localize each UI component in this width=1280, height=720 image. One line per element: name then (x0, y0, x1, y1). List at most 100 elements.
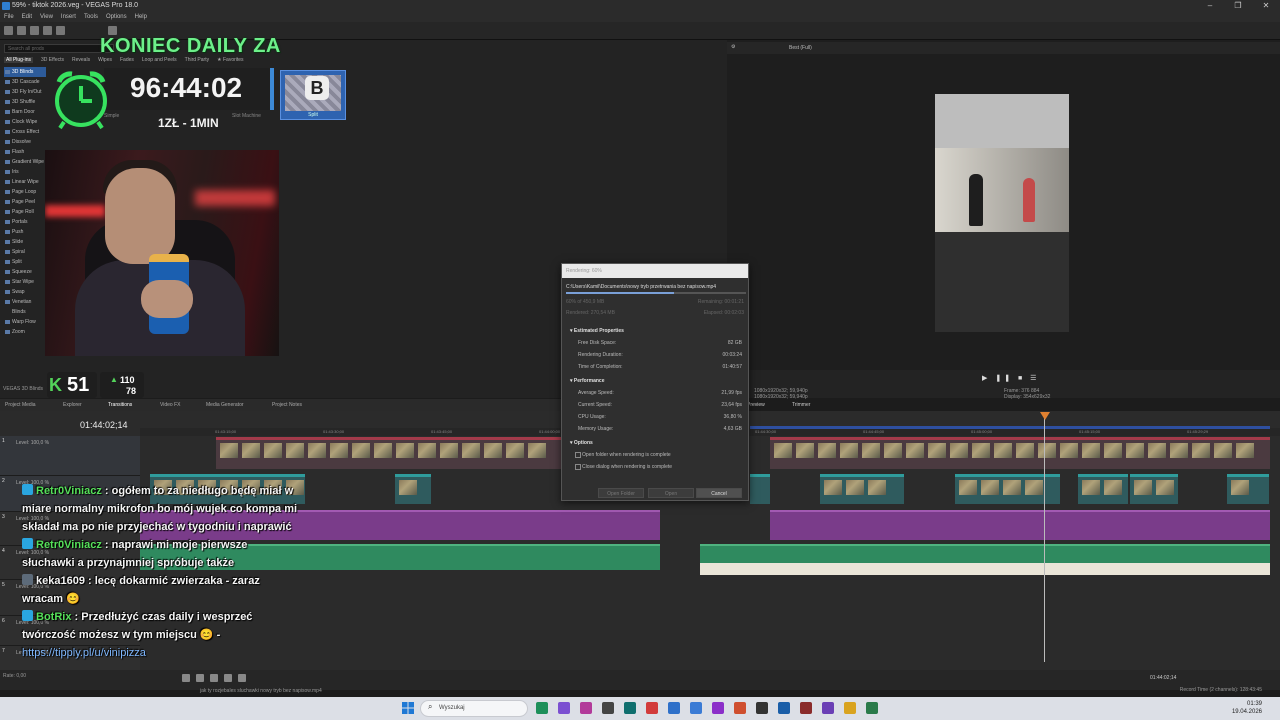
transition-item[interactable]: Iris (4, 167, 46, 177)
next-frame-button[interactable] (238, 674, 246, 682)
transition-item[interactable]: Page Peel (4, 197, 46, 207)
video-clip[interactable] (1227, 474, 1269, 504)
transition-item[interactable]: Dissolve (4, 137, 46, 147)
taskbar-app-icon[interactable] (778, 702, 790, 714)
category-3d-effects[interactable]: 3D Effects (41, 57, 64, 63)
tab-explorer[interactable]: Explorer (63, 402, 82, 408)
transition-item[interactable]: Zoom (4, 327, 46, 337)
category-reveals[interactable]: Reveals (72, 57, 90, 63)
maximize-button[interactable]: ❐ (1224, 0, 1252, 12)
menu-help[interactable]: Help (135, 12, 147, 22)
taskbar-app-icon[interactable] (712, 702, 724, 714)
minimize-button[interactable]: – (1196, 0, 1224, 12)
taskbar-app-icon[interactable] (558, 702, 570, 714)
track-header[interactable]: 1 Level: 100,0 % (0, 436, 140, 476)
transition-item[interactable]: Flash (4, 147, 46, 157)
tab-media-generator[interactable]: Media Generator (206, 402, 244, 408)
taskbar-app-icon[interactable] (624, 702, 636, 714)
transition-item[interactable]: Warp Flow (4, 317, 46, 327)
cancel-button[interactable]: Cancel (696, 488, 742, 498)
menu-options[interactable]: Options (106, 12, 127, 22)
tab-trimmer[interactable]: Trimmer (792, 402, 810, 408)
tab-preview[interactable]: Preview (747, 402, 765, 408)
taskbar-app-icon[interactable] (844, 702, 856, 714)
section-options[interactable]: ▾ Options (570, 440, 593, 446)
undo-icon[interactable] (108, 26, 117, 35)
transition-item[interactable]: 3D Cascade (4, 77, 46, 87)
taskbar-app-icon[interactable] (580, 702, 592, 714)
loop-region[interactable] (750, 426, 1270, 429)
transition-item[interactable]: Barn Door (4, 107, 46, 117)
audio-clip[interactable] (700, 563, 1270, 575)
taskbar-app-icon[interactable] (690, 702, 702, 714)
transition-item[interactable]: 3D Shuffle (4, 97, 46, 107)
menu-tools[interactable]: Tools (84, 12, 98, 22)
transition-item[interactable]: Spiral (4, 247, 46, 257)
preview-quality-select[interactable]: Best (Full) (789, 45, 812, 51)
transition-item[interactable]: 3D Fly In/Out (4, 87, 46, 97)
preview-transport[interactable]: ▶ ❚❚ ■ ☰ (982, 374, 1039, 382)
taskbar-app-icon[interactable] (866, 702, 878, 714)
video-clip[interactable] (750, 474, 770, 504)
menu-file[interactable]: File (4, 12, 14, 22)
donation-link[interactable]: https://tipply.pl/u/vinipizza (22, 647, 146, 659)
transition-item[interactable]: Cross Effect (4, 127, 46, 137)
windows-start-icon[interactable] (402, 702, 414, 714)
play-button[interactable] (182, 674, 190, 682)
transition-item[interactable]: Slide (4, 237, 46, 247)
tab-transitions[interactable]: Transitions (108, 402, 132, 408)
open-button[interactable]: Open (648, 488, 694, 498)
video-clip[interactable] (770, 437, 1270, 469)
open-folder-button[interactable]: Open Folder (598, 488, 644, 498)
transition-item[interactable]: Star Wipe (4, 277, 46, 287)
taskbar-app-icon[interactable] (668, 702, 680, 714)
video-clip[interactable] (1130, 474, 1178, 504)
stop-button[interactable] (210, 674, 218, 682)
taskbar-app-icon[interactable] (822, 702, 834, 714)
taskbar-app-icon[interactable] (756, 702, 768, 714)
close-button[interactable]: ✕ (1252, 0, 1280, 12)
transition-item[interactable]: Page Roll (4, 207, 46, 217)
render-icon[interactable] (43, 26, 52, 35)
taskbar-app-icon[interactable] (646, 702, 658, 714)
transition-item[interactable]: Page Loop (4, 187, 46, 197)
taskbar-app-icon[interactable] (602, 702, 614, 714)
preview-settings-icon[interactable]: ⚙ (731, 44, 735, 50)
audio-clip[interactable] (770, 510, 1270, 540)
taskbar-clock[interactable]: 01:39 19.04.2026 (1232, 700, 1262, 716)
settings-icon[interactable] (56, 26, 65, 35)
prev-frame-button[interactable] (224, 674, 232, 682)
open-icon[interactable] (17, 26, 26, 35)
transition-item[interactable]: Split (4, 257, 46, 267)
close-dialog-checkbox[interactable]: Close dialog when rendering is complete (574, 464, 672, 470)
video-clip[interactable] (1078, 474, 1128, 504)
playhead-marker[interactable] (1040, 412, 1050, 420)
transition-item[interactable]: Swap (4, 287, 46, 297)
playhead-cursor[interactable] (1044, 414, 1045, 662)
category-all-plugins[interactable]: All Plug-ins (4, 57, 34, 63)
tab-video-fx[interactable]: Video FX (160, 402, 180, 408)
transition-item[interactable]: Linear Wipe (4, 177, 46, 187)
transition-item[interactable]: Squeeze (4, 267, 46, 277)
transition-item[interactable]: Venetian Blinds (4, 297, 46, 317)
menu-edit[interactable]: Edit (22, 12, 32, 22)
transition-item[interactable]: Clock Wipe (4, 117, 46, 127)
video-clip[interactable] (820, 474, 904, 504)
open-folder-checkbox[interactable]: Open folder when rendering is complete (575, 452, 671, 458)
transitions-search-input[interactable]: Search all prods (4, 44, 114, 53)
transition-item[interactable]: Portals (4, 217, 46, 227)
taskbar-search-input[interactable]: Wyszukaj (420, 700, 528, 717)
transition-item[interactable]: Gradient Wipe (4, 157, 46, 167)
new-project-icon[interactable] (4, 26, 13, 35)
tab-project-media[interactable]: Project Media (5, 402, 36, 408)
taskbar-app-icon[interactable] (800, 702, 812, 714)
transition-item[interactable]: Push (4, 227, 46, 237)
taskbar-app-icon[interactable] (536, 702, 548, 714)
transition-item[interactable]: 3D Blinds (4, 67, 46, 77)
video-clip[interactable] (216, 437, 561, 469)
save-icon[interactable] (30, 26, 39, 35)
pause-button[interactable] (196, 674, 204, 682)
taskbar-app-icon[interactable] (734, 702, 746, 714)
menu-view[interactable]: View (40, 12, 53, 22)
tab-project-notes[interactable]: Project Notes (272, 402, 302, 408)
